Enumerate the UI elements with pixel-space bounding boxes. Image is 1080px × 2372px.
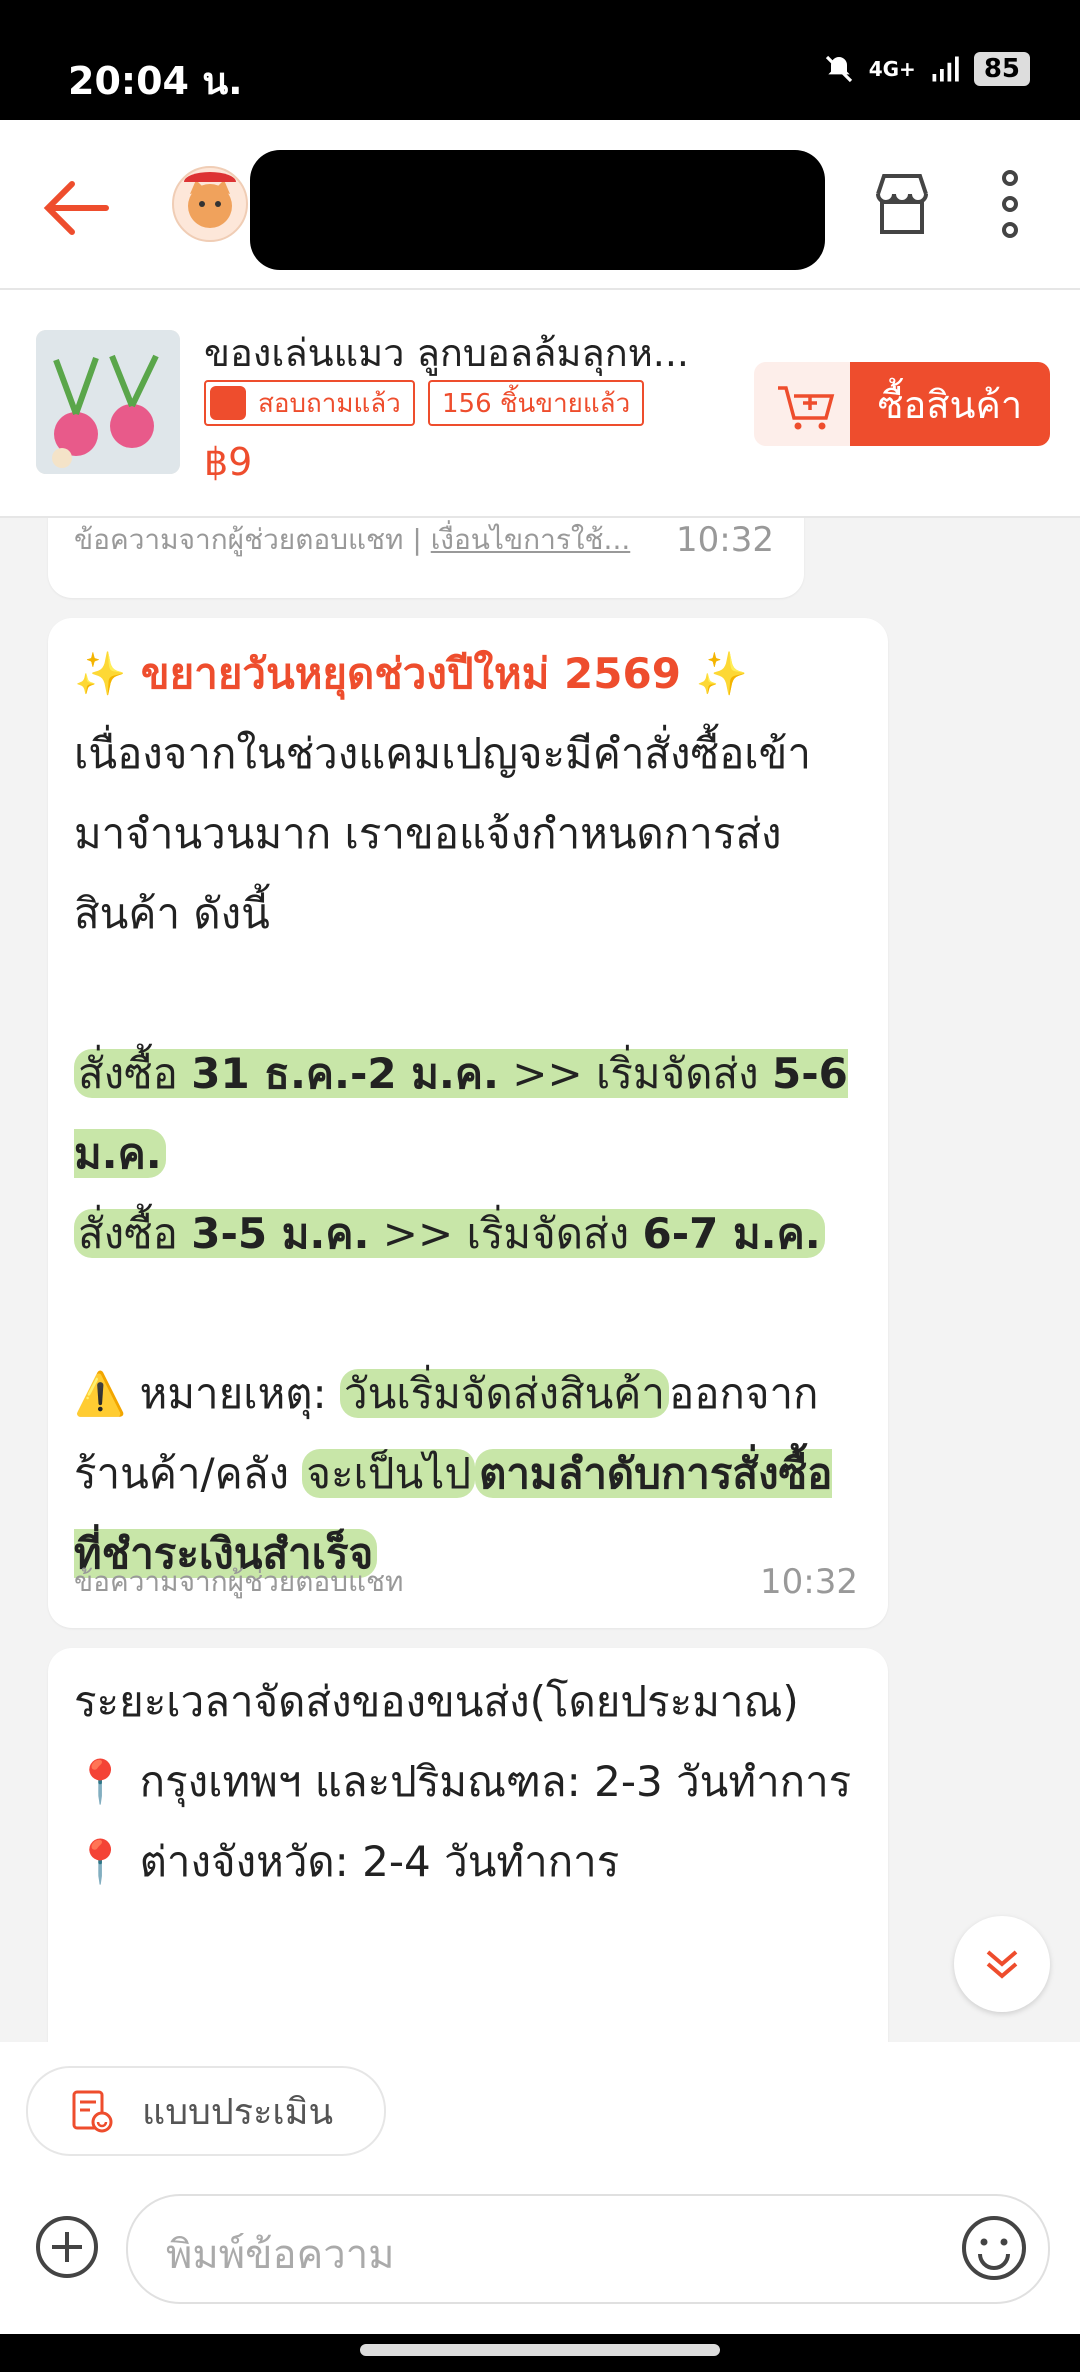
delivery-heading: ระยะเวลาจัดส่งของขนส่ง(โดยประมาณ) (74, 1677, 799, 1726)
schedule-line-2: สั่งซื้อ 3-5 ม.ค. >> เริ่มจัดส่ง 6-7 ม.ค… (74, 1194, 858, 1274)
bell-muted-icon (825, 55, 852, 83)
buy-now-button[interactable]: ซื้อสินค้า (850, 362, 1050, 446)
product-title[interactable]: ของเล่นแมว ลูกบอลล้มลุกห... (204, 322, 689, 383)
add-to-cart-icon (778, 386, 835, 430)
message-body: ระยะเวลาจัดส่งของขนส่ง(โดยประมาณ) 📍 กรุง… (74, 1662, 858, 1902)
signal-icon (932, 56, 959, 82)
message-source: ข้อความจากผู้ช่วยตอบแชท (74, 1565, 404, 1598)
chat-messages[interactable]: ข้อความจากผู้ช่วยตอบแชท | เงื่อนไขการใช้… (0, 518, 1080, 2042)
message-time: 10:32 (760, 1562, 858, 1602)
network-label: 4G+ (868, 57, 916, 81)
battery-level: 85 (973, 52, 1030, 86)
system-nav-bar (0, 2334, 1080, 2372)
bottom-panel: แบบประเมิน พิมพ์ข้อความ (0, 2042, 1080, 2334)
asked-label: สอบถามแล้ว (258, 388, 401, 419)
message-note: ⚠️ หมายเหตุ: วันเริ่มจัดส่งสินค้าออกจากร… (74, 1369, 833, 1578)
scroll-to-bottom-button[interactable] (954, 1916, 1050, 2012)
status-bar: 20:04 น. 4G+ 85 (0, 0, 1080, 120)
more-vertical-icon[interactable] (990, 168, 1030, 240)
message-placeholder: พิมพ์ข้อความ (166, 2232, 395, 2278)
message-input[interactable]: พิมพ์ข้อความ (126, 2194, 1050, 2304)
product-bar[interactable]: ของเล่นแมว ลูกบอลล้มลุกห... สอบถามแล้ว 1… (0, 290, 1080, 518)
smiley-icon[interactable] (960, 2214, 1028, 2282)
back-arrow-icon[interactable] (36, 168, 116, 248)
chat-header (0, 120, 1080, 290)
status-icons: 4G+ 85 (823, 52, 1030, 86)
survey-icon (72, 2090, 113, 2133)
home-gesture-bar[interactable] (360, 2344, 720, 2356)
plus-circle-icon[interactable] (34, 2214, 100, 2280)
add-to-cart-button[interactable] (754, 362, 854, 446)
terms-link[interactable]: เงื่อนไขการใช้... (431, 523, 631, 556)
message-bubble: ✨ ขยายวันหยุดช่วงปีใหม่ 2569 ✨ เนื่องจาก… (48, 618, 888, 1628)
product-image[interactable] (36, 330, 180, 474)
evaluation-button[interactable]: แบบประเมิน (26, 2066, 386, 2156)
delivery-provinces: 📍 ต่างจังหวัด: 2-4 วันทำการ (74, 1837, 620, 1886)
message-body: ✨ ขยายวันหยุดช่วงปีใหม่ 2569 ✨ เนื่องจาก… (74, 634, 858, 1594)
product-price: ฿9 (204, 440, 253, 484)
cat-avatar-icon (184, 172, 236, 228)
message-meta: ข้อความจากผู้ช่วยตอบแชท 10:32 (74, 1560, 858, 1604)
asked-badge: สอบถามแล้ว (204, 380, 415, 426)
message-intro: เนื่องจากในช่วงแคมเปญจะมีคำสั่งซื้อเข้าม… (74, 729, 811, 938)
evaluation-label: แบบประเมิน (142, 2091, 334, 2133)
message-bubble: ระยะเวลาจัดส่งของขนส่ง(โดยประมาณ) 📍 กรุง… (48, 1648, 888, 2042)
schedule-line-1: สั่งซื้อ 31 ธ.ค.-2 ม.ค. >> เริ่มจัดส่ง 5… (74, 1049, 848, 1178)
message-meta: ข้อความจากผู้ช่วยตอบแชท | เงื่อนไขการใช้… (74, 518, 774, 562)
double-chevron-down-icon (986, 1950, 1018, 1979)
store-icon[interactable] (872, 170, 932, 240)
product-photo (36, 330, 180, 474)
message-source: ข้อความจากผู้ช่วยตอบแชท | เงื่อนไขการใช้… (74, 523, 631, 556)
message-title: ✨ ขยายวันหยุดช่วงปีใหม่ 2569 ✨ (74, 649, 748, 698)
sold-count-badge: 156 ชิ้นขายแล้ว (428, 380, 645, 426)
delivery-bangkok: 📍 กรุงเทพฯ และปริมณฑล: 2-3 วันทำการ (74, 1757, 852, 1806)
shop-name-redacted[interactable] (250, 150, 825, 270)
status-time: 20:04 น. (68, 59, 243, 103)
chat-bubble-icon (210, 386, 246, 420)
message-time: 10:32 (676, 520, 774, 560)
shop-avatar[interactable] (172, 166, 248, 242)
message-bubble: ข้อความจากผู้ช่วยตอบแชท | เงื่อนไขการใช้… (48, 518, 804, 598)
